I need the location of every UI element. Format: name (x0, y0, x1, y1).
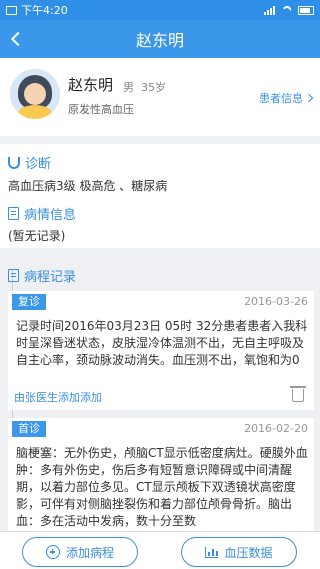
back-button[interactable] (8, 28, 28, 50)
page-title: 赵东明 (135, 31, 184, 50)
records-heading-row: 病程记录 (8, 266, 76, 285)
patient-age: 35岁 (141, 81, 166, 94)
record-date: 2016-02-20 (244, 422, 308, 435)
status-right (264, 5, 314, 15)
diagnosis-heading-label: 诊断 (25, 157, 52, 172)
patient-diagnosis: 原发性高血压 (68, 103, 134, 116)
bar-chart-icon (205, 546, 219, 558)
plus-circle-icon (45, 545, 60, 559)
add-record-label: 添加病程 (65, 545, 114, 560)
record-card[interactable]: 复诊 2016-03-26 记录时间2016年03月23日 05时 32分患者患… (8, 291, 314, 410)
patient-info-link[interactable]: 患者信息 (259, 90, 314, 106)
status-time: 下午4:20 (21, 4, 68, 17)
record-text: 脑梗塞：无外伤史，颅脑CT显示低密度病灶。硬膜外血肿：多有外伤史，伤后多有短暂意… (16, 446, 308, 528)
avatar (10, 69, 60, 119)
status-left: 下午4:20 (6, 2, 68, 18)
condition-section: 病情信息 (暂无记录) (0, 196, 320, 248)
record-tag: 首诊 (12, 421, 46, 437)
diagnosis-section: 诊断 高血压病3级 极高危 、糖尿病 (0, 144, 320, 196)
diagnosis-heading: 诊断 (8, 153, 51, 172)
stethoscope-icon (8, 156, 20, 169)
battery-icon (298, 5, 314, 15)
records-heading: 病程记录 (0, 258, 320, 288)
condition-heading: 病情信息 (8, 204, 76, 223)
signal-icon (264, 5, 276, 15)
patient-sex: 男 (123, 81, 134, 94)
wifi-icon (281, 5, 293, 15)
record-added-by: 由张医生添加添加 (14, 391, 102, 404)
nav-bar: 赵东明 (0, 20, 320, 58)
condition-text: (暂无记录) (8, 229, 66, 243)
patient-name: 赵东明 (68, 76, 114, 94)
record-date: 2016-03-26 (244, 295, 308, 308)
patient-profile: 赵东明 男 35岁 原发性高血压 患者信息 (0, 58, 320, 136)
records-heading-label: 病程记录 (24, 270, 77, 285)
record-tag: 复诊 (12, 294, 46, 310)
bp-data-button[interactable]: 血压数据 (181, 537, 297, 567)
trash-icon[interactable] (290, 386, 306, 402)
status-bar: 下午4:20 (0, 0, 320, 20)
bp-data-label: 血压数据 (224, 545, 273, 560)
record-text: 记录时间2016年03月23日 05时 32分患者患者入我科时呈深昏迷状态，皮肤… (16, 319, 308, 367)
bottom-action-bar: 添加病程 血压数据 (0, 531, 320, 569)
record-card[interactable]: 首诊 2016-02-20 脑梗塞：无外伤史，颅脑CT显示低密度病灶。硬膜外血肿… (8, 418, 314, 531)
document-icon (8, 269, 19, 282)
chevron-left-icon (10, 31, 26, 47)
chevron-right-icon (304, 93, 314, 103)
condition-heading-label: 病情信息 (24, 208, 77, 223)
message-icon (6, 5, 17, 15)
add-record-button[interactable]: 添加病程 (22, 537, 138, 567)
patient-info-label: 患者信息 (259, 92, 303, 105)
diagnosis-text: 高血压病3级 极高危 、糖尿病 (8, 179, 168, 193)
document-icon (8, 207, 19, 220)
